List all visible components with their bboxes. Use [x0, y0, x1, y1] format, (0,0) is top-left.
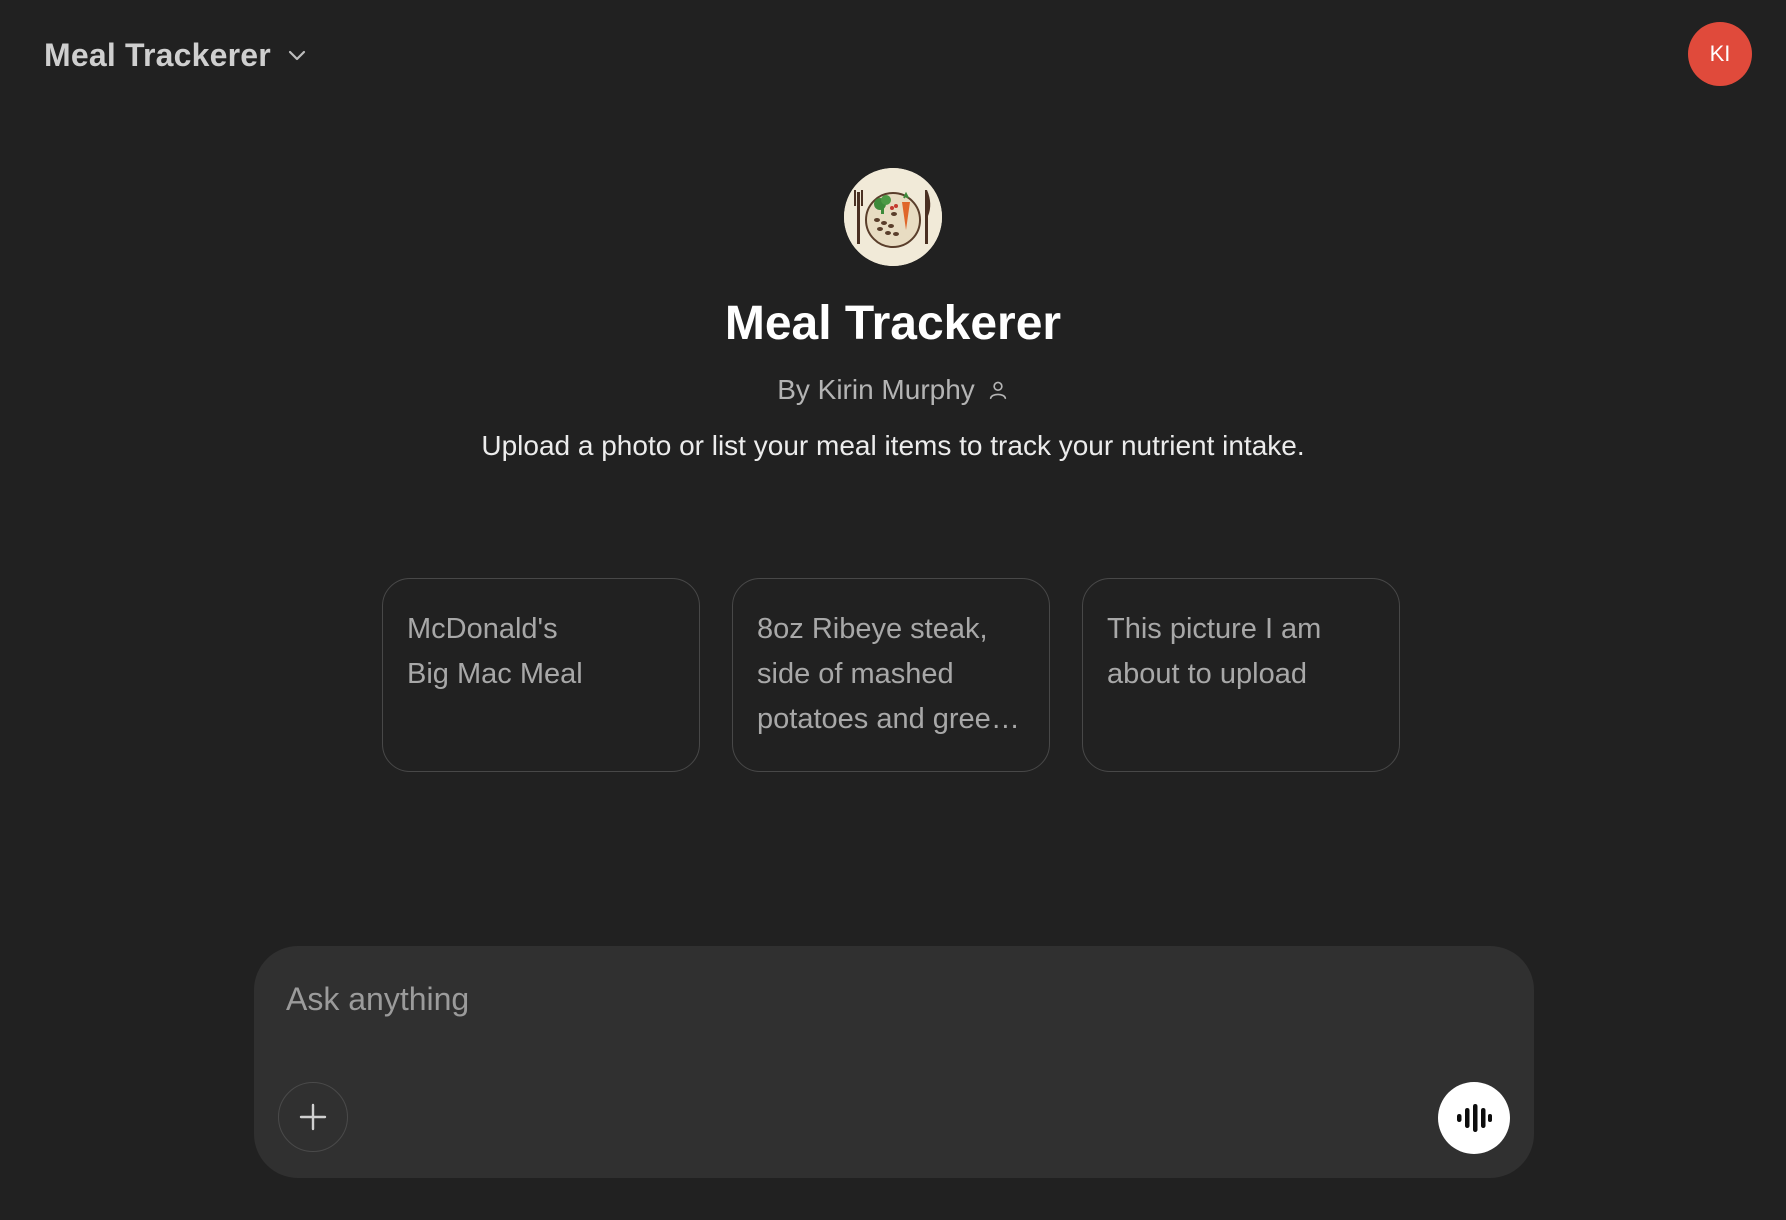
starter-label: 8oz Ribeye steak, side of mashed potatoe…: [757, 613, 1007, 735]
prompt-input[interactable]: [284, 976, 1488, 1022]
person-icon: [989, 381, 1006, 400]
chevron-down-icon: [288, 50, 306, 61]
gpt-intro: Meal Trackerer By Kirin Murphy Upload a …: [0, 168, 1786, 464]
attach-button[interactable]: [278, 1082, 348, 1152]
starter-card[interactable]: McDonald's Big Mac Meal: [382, 578, 700, 772]
gpt-title: Meal Trackerer: [724, 297, 1062, 350]
starter-label: This picture I am about to upload: [1107, 613, 1322, 690]
voice-waveform-icon: [1457, 1104, 1492, 1132]
model-selector[interactable]: Meal Trackerer: [36, 28, 317, 82]
model-name: Meal Trackerer: [44, 36, 271, 73]
author-name: By Kirin Murphy: [777, 374, 975, 405]
starter-card[interactable]: 8oz Ribeye steak, side of mashed potatoe…: [732, 578, 1050, 772]
gpt-description: Upload a photo or list your meal items t…: [481, 430, 1305, 461]
starter-label: McDonald's Big Mac Meal: [407, 613, 583, 690]
gpt-logo: [844, 168, 942, 266]
message-composer: [254, 946, 1534, 1178]
plus-icon: [299, 1103, 327, 1131]
voice-mode-button[interactable]: [1438, 1082, 1510, 1154]
meal-plate-logo-icon: [844, 168, 942, 266]
gpt-home-page: Meal Trackerer KI Meal Trackerer By Kiri…: [0, 0, 1786, 1220]
starter-card[interactable]: This picture I am about to upload: [1082, 578, 1400, 772]
conversation-starters: McDonald's Big Mac Meal 8oz Ribeye steak…: [382, 578, 1400, 772]
avatar-initials: KI: [1709, 41, 1731, 66]
user-avatar[interactable]: KI: [1688, 22, 1752, 86]
gpt-author[interactable]: By Kirin Murphy: [777, 372, 1009, 408]
